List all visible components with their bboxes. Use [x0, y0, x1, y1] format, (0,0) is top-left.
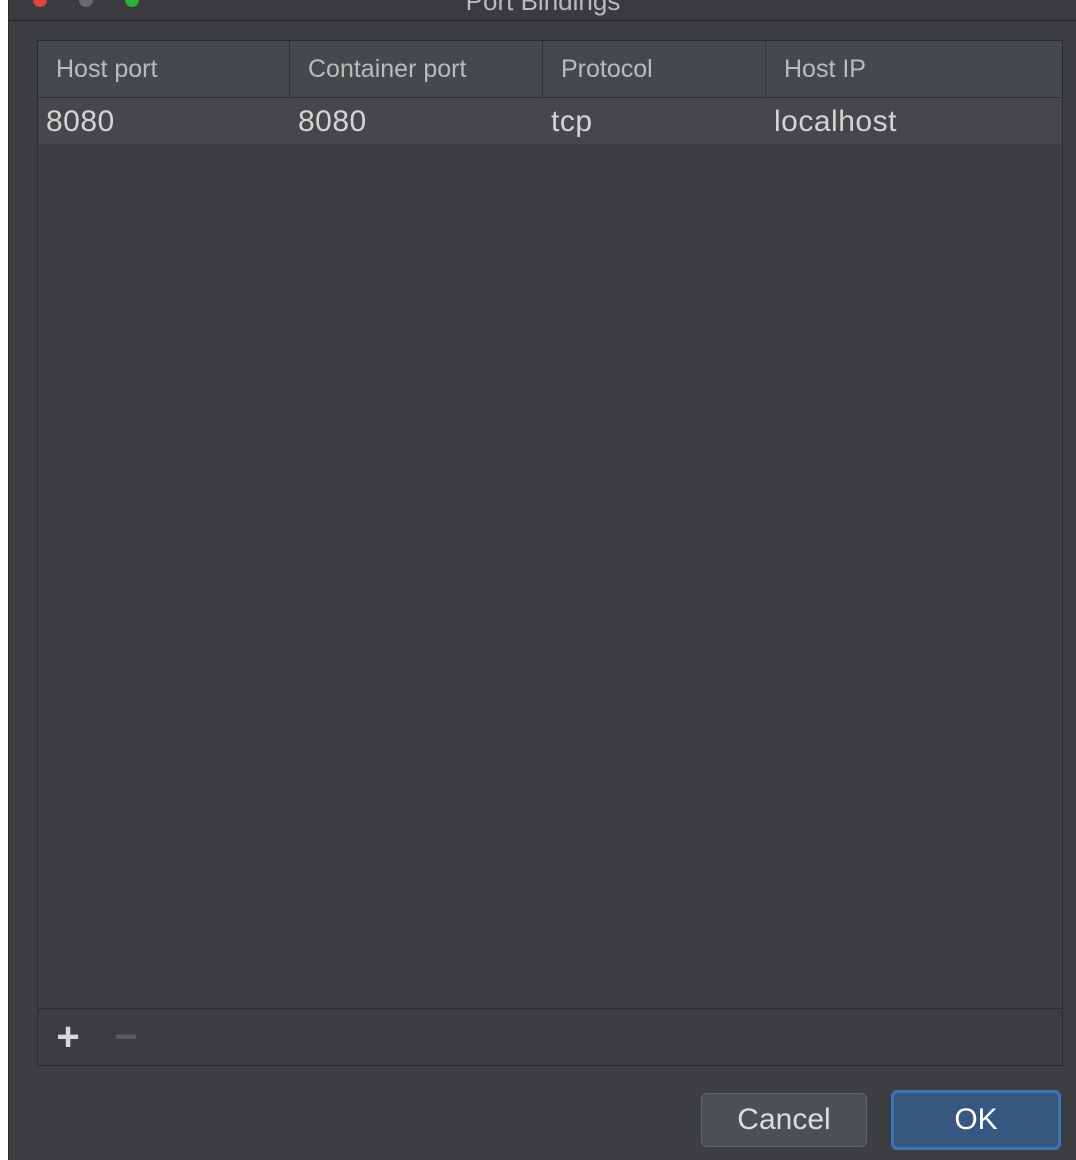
cell-host-ip[interactable]: localhost: [766, 98, 1062, 144]
port-bindings-table: Host port Container port Protocol Host I…: [37, 40, 1063, 1066]
cell-container-port[interactable]: 8080: [290, 98, 543, 144]
cell-protocol[interactable]: tcp: [543, 98, 766, 144]
column-header-host-ip[interactable]: Host IP: [766, 41, 1062, 97]
table-toolbar: + −: [38, 1008, 1062, 1065]
window-title: Port Bindings: [465, 0, 621, 16]
column-header-container-port[interactable]: Container port: [290, 41, 543, 97]
ok-button[interactable]: OK: [891, 1090, 1061, 1150]
table-header: Host port Container port Protocol Host I…: [38, 41, 1062, 98]
cancel-button[interactable]: Cancel: [701, 1093, 867, 1147]
plus-icon[interactable]: +: [48, 1017, 88, 1057]
column-header-host-port[interactable]: Host port: [38, 41, 290, 97]
title-bar: Port Bindings: [9, 0, 1076, 21]
dialog-window: Port Bindings Host port Container port P…: [8, 0, 1076, 1160]
table-row[interactable]: 8080 8080 tcp localhost: [38, 98, 1062, 144]
minus-icon[interactable]: −: [106, 1017, 146, 1057]
cell-host-port[interactable]: 8080: [38, 98, 290, 144]
column-header-protocol[interactable]: Protocol: [543, 41, 766, 97]
